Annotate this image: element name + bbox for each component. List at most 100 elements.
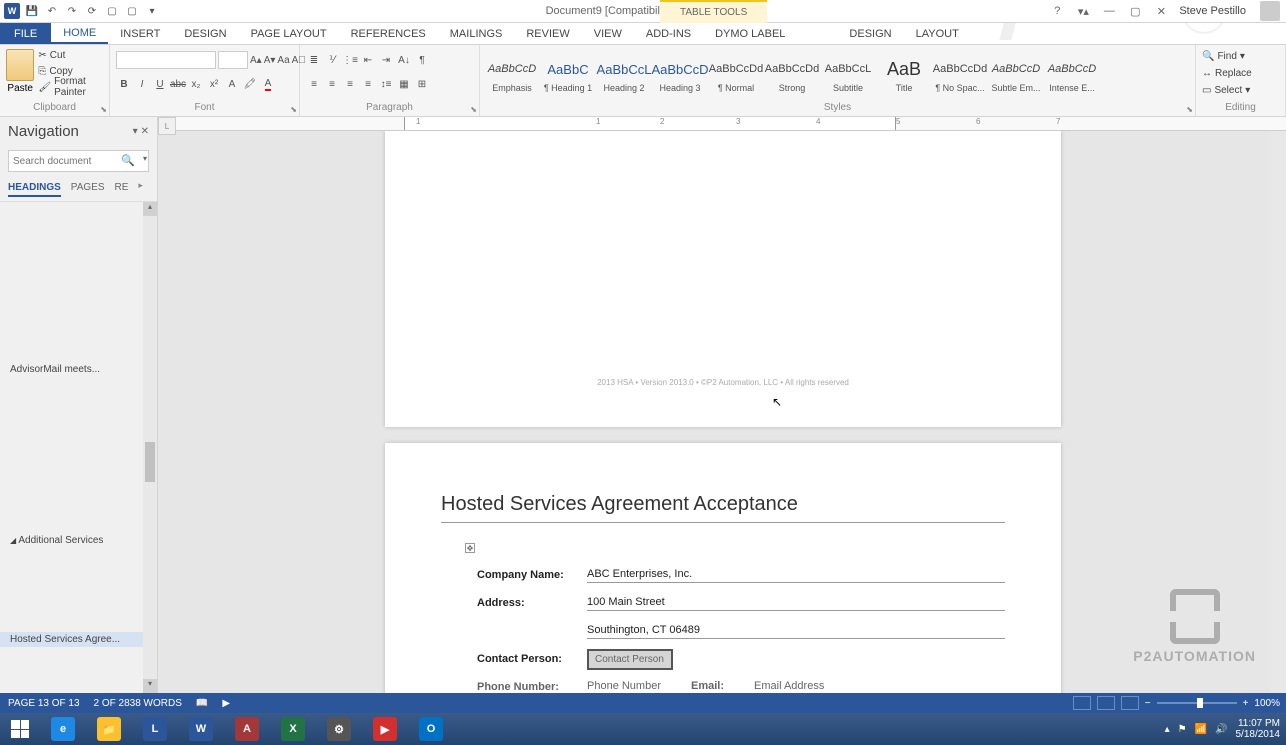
style-tile[interactable]: AaBbC¶ Heading 1 <box>540 47 596 101</box>
replace-button[interactable]: ↔Replace <box>1202 65 1279 81</box>
form-value[interactable]: Phone Number <box>587 680 661 692</box>
cut-button[interactable]: ✂Cut <box>38 47 103 63</box>
maximize-icon[interactable]: ▢ <box>1127 3 1143 19</box>
taskbar-app[interactable]: ▶ <box>362 713 408 745</box>
save-icon[interactable]: 💾 <box>24 3 40 19</box>
tray-volume-icon[interactable]: 🔊 <box>1215 724 1227 735</box>
select-button[interactable]: ▭Select ▾ <box>1202 82 1279 98</box>
font-name-input[interactable] <box>116 51 216 69</box>
grow-font-icon[interactable]: A▴ <box>250 52 262 68</box>
scroll-up-icon[interactable]: ▴ <box>143 202 157 216</box>
form-value[interactable]: ABC Enterprises, Inc. <box>587 568 1005 583</box>
search-dropdown-icon[interactable]: ▾ <box>143 154 147 163</box>
ribbon-toggle-icon[interactable]: ▾▴ <box>1075 3 1091 19</box>
taskbar-app[interactable]: ⚙ <box>316 713 362 745</box>
paste-button[interactable]: Paste <box>6 47 34 95</box>
align-right-icon[interactable]: ≡ <box>342 76 358 92</box>
nav-tab-headings[interactable]: HEADINGS <box>8 180 61 197</box>
nav-close-icon[interactable]: ✕ <box>141 126 149 137</box>
bold-button[interactable]: B <box>116 76 132 92</box>
start-button[interactable] <box>0 713 40 745</box>
scroll-thumb[interactable] <box>145 442 155 482</box>
style-tile[interactable]: AaBbCcDd¶ Normal <box>708 47 764 101</box>
ruler-corner[interactable]: L <box>158 117 176 135</box>
tab-insert[interactable]: INSERT <box>108 23 172 44</box>
tray-clock[interactable]: 11:07 PM 5/18/2014 <box>1236 718 1281 740</box>
tab-review[interactable]: REVIEW <box>514 23 581 44</box>
taskbar-access[interactable]: A <box>224 713 270 745</box>
tab-table-design[interactable]: DESIGN <box>837 23 903 44</box>
borders-icon[interactable]: ⊞ <box>414 76 430 92</box>
nav-dropdown-icon[interactable]: ▾ <box>133 126 138 137</box>
spellcheck-icon[interactable]: 📖 <box>196 698 208 709</box>
taskbar-explorer[interactable]: 📁 <box>86 713 132 745</box>
vertical-scrollbar[interactable] <box>1270 131 1286 693</box>
find-button[interactable]: 🔍Find ▾ <box>1202 48 1279 64</box>
scroll-down-icon[interactable]: ▾ <box>143 679 157 693</box>
tab-page-layout[interactable]: PAGE LAYOUT <box>239 23 339 44</box>
multilevel-icon[interactable]: ⋮≡ <box>342 52 358 68</box>
tab-table-layout[interactable]: LAYOUT <box>904 23 971 44</box>
show-marks-icon[interactable]: ¶ <box>414 52 430 68</box>
style-tile[interactable]: AaBbCcLHeading 2 <box>596 47 652 101</box>
bullets-icon[interactable]: ≣ <box>306 52 322 68</box>
zoom-slider[interactable] <box>1157 702 1237 704</box>
tray-expand-icon[interactable]: ▴ <box>1165 724 1170 735</box>
tab-file[interactable]: FILE <box>0 23 51 44</box>
taskbar-word[interactable]: W <box>178 713 224 745</box>
taskbar-outlook[interactable]: O <box>408 713 454 745</box>
style-tile[interactable]: AaBbCcDHeading 3 <box>652 47 708 101</box>
dialog-launcher-icon[interactable]: ⬊ <box>100 105 107 114</box>
document-page[interactable]: 2013 HSA • Version 2013.0 • ©P2 Automati… <box>385 131 1061 427</box>
read-mode-icon[interactable] <box>1073 696 1091 710</box>
nav-tab-pages[interactable]: PAGES <box>71 180 105 197</box>
highlight-icon[interactable]: 🖍 <box>242 76 258 92</box>
taskbar-ie[interactable]: e <box>40 713 86 745</box>
dialog-launcher-icon[interactable]: ⬊ <box>1186 105 1193 114</box>
zoom-in-icon[interactable]: + <box>1243 698 1249 709</box>
style-tile[interactable]: AaBbCcDdStrong <box>764 47 820 101</box>
zoom-level[interactable]: 100% <box>1254 698 1280 709</box>
tray-icon[interactable]: ⚑ <box>1178 724 1187 735</box>
subscript-button[interactable]: x₂ <box>188 76 204 92</box>
redo-icon[interactable]: ↷ <box>64 3 80 19</box>
decrease-indent-icon[interactable]: ⇤ <box>360 52 376 68</box>
superscript-button[interactable]: x² <box>206 76 222 92</box>
format-painter-button[interactable]: 🖌Format Painter <box>38 79 103 95</box>
justify-icon[interactable]: ≡ <box>360 76 376 92</box>
style-tile[interactable]: AaBbCcDEmphasis <box>484 47 540 101</box>
macro-icon[interactable]: ▶ <box>222 698 230 709</box>
form-value[interactable]: 100 Main Street <box>587 596 1005 611</box>
tab-references[interactable]: REFERENCES <box>339 23 438 44</box>
page-indicator[interactable]: PAGE 13 OF 13 <box>8 698 80 709</box>
close-icon[interactable]: ✕ <box>1153 3 1169 19</box>
tab-view[interactable]: VIEW <box>582 23 634 44</box>
search-icon[interactable]: 🔍 <box>121 154 135 167</box>
text-effects-icon[interactable]: A <box>224 76 240 92</box>
nav-heading-item[interactable]: Hosted Services Agree... <box>0 632 157 647</box>
style-tile[interactable]: AaBbCcDIntense E... <box>1044 47 1100 101</box>
style-tile[interactable]: AaBbCcDd¶ No Spac... <box>932 47 988 101</box>
refresh-icon[interactable]: ⟳ <box>84 3 100 19</box>
taskbar-lync[interactable]: L <box>132 713 178 745</box>
taskbar-excel[interactable]: X <box>270 713 316 745</box>
style-tile[interactable]: AaBbCcLSubtitle <box>820 47 876 101</box>
document-page[interactable]: Hosted Services Agreement Acceptance ✥ C… <box>385 443 1061 693</box>
underline-button[interactable]: U <box>152 76 168 92</box>
web-layout-icon[interactable] <box>1121 696 1139 710</box>
tab-dymo[interactable]: DYMO Label <box>703 23 797 44</box>
align-center-icon[interactable]: ≡ <box>324 76 340 92</box>
italic-button[interactable]: I <box>134 76 150 92</box>
form-value[interactable]: Email Address <box>754 680 824 692</box>
style-tile[interactable]: AaBTitle <box>876 47 932 101</box>
qat-dropdown-icon[interactable]: ▾ <box>144 3 160 19</box>
dialog-launcher-icon[interactable]: ⬊ <box>470 105 477 114</box>
tab-mailings[interactable]: MAILINGS <box>438 23 515 44</box>
align-left-icon[interactable]: ≡ <box>306 76 322 92</box>
strikethrough-button[interactable]: abc <box>170 76 186 92</box>
change-case-icon[interactable]: Aa <box>277 52 289 68</box>
form-value[interactable]: Southington, CT 06489 <box>587 624 1005 639</box>
numbering-icon[interactable]: ⅟ <box>324 52 340 68</box>
nav-heading-item[interactable]: AdvisorMail meets... <box>0 362 157 377</box>
sort-icon[interactable]: A↓ <box>396 52 412 68</box>
